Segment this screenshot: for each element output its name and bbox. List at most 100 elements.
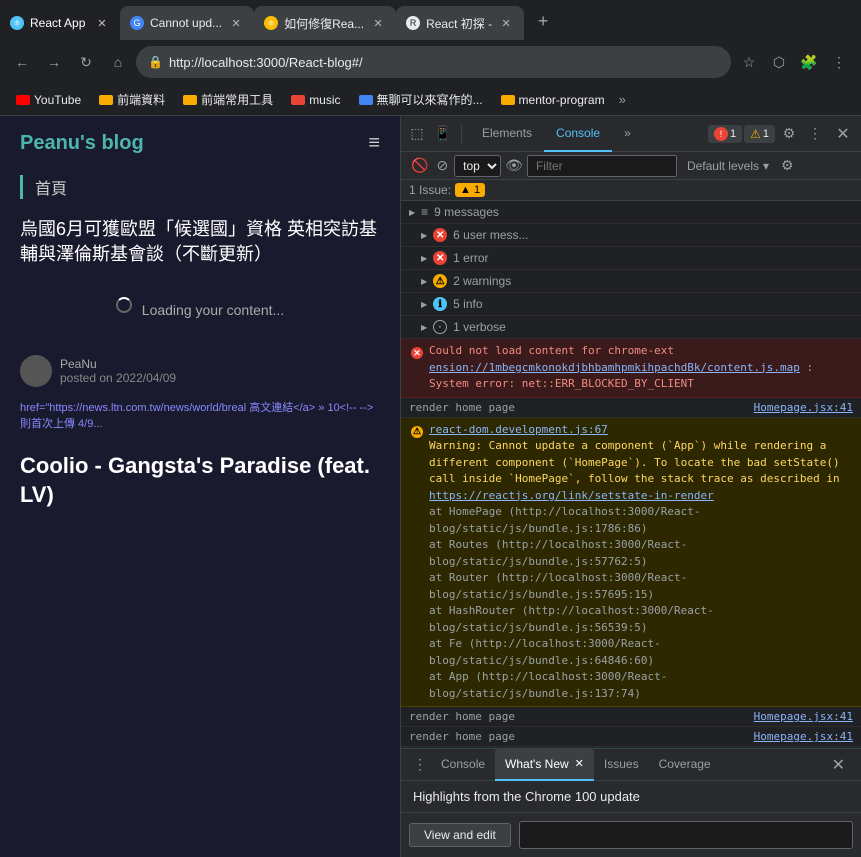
bookmarks-more-icon[interactable]: » bbox=[619, 92, 626, 107]
console-gear-icon[interactable]: ⚙ bbox=[779, 155, 796, 176]
forward-button[interactable]: → bbox=[40, 48, 68, 76]
bottom-tab-console[interactable]: Console bbox=[431, 749, 495, 781]
warn-triangle-icon: ⚠ bbox=[750, 127, 761, 141]
messages-1error-label: 1 error bbox=[453, 251, 488, 265]
triangle-icon-5info: ▶ bbox=[421, 300, 427, 309]
render-file-1[interactable]: Homepage.jsx:41 bbox=[754, 401, 853, 414]
warn-badge-btn[interactable]: ⚠ 1 bbox=[744, 125, 775, 143]
messages-group-2warn: ▶ ⚠ 2 warnings bbox=[401, 270, 861, 293]
bottom-panel-close-icon[interactable]: ✕ bbox=[824, 755, 853, 775]
issue-badge[interactable]: ▲ 1 bbox=[455, 183, 485, 197]
tab-title-how-fix: 如何修復Rea... bbox=[284, 15, 364, 32]
devtools-panel-icons: ⬚ 📱 bbox=[401, 122, 470, 146]
messages-group-5info: ▶ ℹ 5 info bbox=[401, 293, 861, 316]
clear-console-icon[interactable]: 🚫 bbox=[409, 155, 430, 176]
warning-source-link[interactable]: react-dom.development.js:67 bbox=[429, 423, 608, 436]
issue-bar: 1 Issue: ▲ 1 bbox=[401, 180, 861, 201]
messages-group-9-header[interactable]: ▶ ≡ 9 messages bbox=[401, 201, 861, 223]
devtools-panel-tabs: Elements Console » bbox=[470, 116, 708, 152]
tab-how-fix[interactable]: ⚛ 如何修復Rea... ✕ bbox=[254, 6, 396, 40]
close-whats-new-icon[interactable]: ✕ bbox=[575, 757, 584, 770]
bottom-tab-whats-new-label: What's New bbox=[505, 757, 569, 771]
render-file-2[interactable]: Homepage.jsx:41 bbox=[754, 710, 853, 723]
address-input[interactable]: 🔒 http://localhost:3000/React-blog#/ bbox=[136, 46, 731, 78]
messages-group-5info-header[interactable]: ▶ ℹ 5 info bbox=[401, 293, 861, 315]
default-levels-button[interactable]: Default levels ▾ bbox=[681, 157, 775, 175]
tab-title-cannot-upd: Cannot upd... bbox=[150, 16, 222, 30]
view-edit-button[interactable]: View and edit bbox=[409, 823, 511, 847]
console-messages: ▶ ≡ 9 messages ▶ ✕ 6 user mess... ▶ ✕ 1 bbox=[401, 201, 861, 748]
close-tab-cannot-upd[interactable]: ✕ bbox=[228, 15, 244, 31]
view-edit-input[interactable] bbox=[519, 821, 853, 849]
messages-group-2warn-header[interactable]: ▶ ⚠ 2 warnings bbox=[401, 270, 861, 292]
filter-input[interactable] bbox=[527, 155, 677, 177]
console-toolbar: 🚫 ⊘ top 👁 Default levels ▾ ⚙ bbox=[401, 152, 861, 180]
error-block-load: ✕ Could not load content for chrome-ext … bbox=[401, 339, 861, 398]
bookmark-icon[interactable]: ☆ bbox=[735, 48, 763, 76]
main-area: Peanu's blog ≡ 首頁 烏國6月可獲歐盟「候選國」資格 英相突訪基輔… bbox=[0, 116, 861, 857]
bookmark-youtube[interactable]: YouTube bbox=[8, 91, 89, 109]
messages-group-9: ▶ ≡ 9 messages bbox=[401, 201, 861, 224]
tab-cannot-upd[interactable]: G Cannot upd... ✕ bbox=[120, 6, 254, 40]
music-favicon bbox=[291, 95, 305, 105]
post-date: posted on 2022/04/09 bbox=[60, 371, 176, 385]
eye-icon[interactable]: 👁 bbox=[505, 157, 523, 174]
issues-count-1: 1 bbox=[730, 128, 736, 140]
issues-badge-btn[interactable]: ! 1 bbox=[708, 125, 742, 143]
messages-group-1error-header[interactable]: ▶ ✕ 1 error bbox=[401, 247, 861, 269]
bottom-tab-coverage[interactable]: Coverage bbox=[649, 749, 721, 781]
hamburger-icon[interactable]: ≡ bbox=[368, 132, 380, 155]
bottom-tab-whats-new[interactable]: What's New ✕ bbox=[495, 749, 594, 781]
error-text-load: Could not load content for chrome-ext en… bbox=[429, 343, 853, 393]
lock-icon: 🔒 bbox=[148, 55, 163, 69]
render-row-2: render home page Homepage.jsx:41 bbox=[401, 707, 861, 727]
messages-group-1verbose: ▶ · 1 verbose bbox=[401, 316, 861, 339]
close-tab-react-init[interactable]: ✕ bbox=[498, 15, 514, 31]
device-mode-icon[interactable]: 📱 bbox=[431, 122, 455, 146]
close-tab-react-app[interactable]: ✕ bbox=[94, 15, 110, 31]
devtools-tab-more[interactable]: » bbox=[612, 116, 643, 152]
frontend-data-favicon bbox=[99, 95, 113, 105]
console-settings-icon[interactable]: ⊘ bbox=[434, 155, 450, 176]
refresh-button[interactable]: ↻ bbox=[72, 48, 100, 76]
tab-react-app[interactable]: ⚛ React App ✕ bbox=[0, 6, 120, 40]
top-context-select[interactable]: top bbox=[454, 155, 501, 177]
devtools-top-bar: ⬚ 📱 Elements Console » ! 1 ⚠ 1 ⚙ ⋮ bbox=[401, 116, 861, 152]
bookmark-boring[interactable]: 無聊可以來寫作的... bbox=[351, 89, 491, 110]
render-file-3[interactable]: Homepage.jsx:41 bbox=[754, 730, 853, 743]
devtools-settings-icon[interactable]: ⚙ bbox=[777, 122, 801, 146]
inspect-icon[interactable]: ⬚ bbox=[405, 122, 429, 146]
messages-group-1verbose-header[interactable]: ▶ · 1 verbose bbox=[401, 316, 861, 338]
bottom-tab-coverage-label: Coverage bbox=[659, 757, 711, 771]
bottom-tab-issues[interactable]: Issues bbox=[594, 749, 649, 781]
warning-link[interactable]: https://reactjs.org/link/setstate-in-ren… bbox=[429, 489, 714, 502]
warning-trace-1: at HomePage (http://localhost:3000/React… bbox=[429, 504, 853, 537]
new-tab-button[interactable]: + bbox=[528, 6, 558, 36]
bookmark-mentor[interactable]: mentor-program bbox=[493, 91, 613, 109]
profile-icon[interactable]: ⬡ bbox=[765, 48, 793, 76]
bookmarks-bar: YouTube 前端資料 前端常用工具 music 無聊可以來寫作的... me… bbox=[0, 84, 861, 116]
devtools-more-icon[interactable]: ⋮ bbox=[803, 122, 827, 146]
bottom-tab-more-left[interactable]: ⋮ bbox=[409, 756, 431, 773]
home-button[interactable]: ⌂ bbox=[104, 48, 132, 76]
messages-1verbose-label: 1 verbose bbox=[453, 320, 506, 334]
devtools-close-icon[interactable]: ✕ bbox=[829, 120, 857, 148]
messages-9-label: 9 messages bbox=[434, 205, 499, 219]
blog-nav-home[interactable]: 首頁 bbox=[35, 175, 67, 199]
info-icon-5info: ℹ bbox=[433, 297, 447, 311]
tab-react-init[interactable]: R React 初探 - ✕ bbox=[396, 6, 524, 40]
bookmark-frontend-data[interactable]: 前端資料 bbox=[91, 89, 173, 110]
extensions-icon[interactable]: 🧩 bbox=[795, 48, 823, 76]
bookmark-frontend-tools[interactable]: 前端常用工具 bbox=[175, 89, 281, 110]
back-button[interactable]: ← bbox=[8, 48, 36, 76]
address-bar-row: ← → ↻ ⌂ 🔒 http://localhost:3000/React-bl… bbox=[0, 40, 861, 84]
devtools-tab-console[interactable]: Console bbox=[544, 116, 612, 152]
bookmark-music[interactable]: music bbox=[283, 91, 348, 109]
verbose-icon: · bbox=[433, 320, 447, 334]
error-link-1[interactable]: ension://1mbegcmkonokdjbhbamhpmkihpachdB… bbox=[429, 361, 800, 374]
messages-group-6user-header[interactable]: ▶ ✕ 6 user mess... bbox=[401, 224, 861, 246]
close-tab-how-fix[interactable]: ✕ bbox=[370, 15, 386, 31]
error-dot-load: ✕ bbox=[411, 347, 423, 359]
more-menu-icon[interactable]: ⋮ bbox=[825, 48, 853, 76]
devtools-tab-elements[interactable]: Elements bbox=[470, 116, 544, 152]
